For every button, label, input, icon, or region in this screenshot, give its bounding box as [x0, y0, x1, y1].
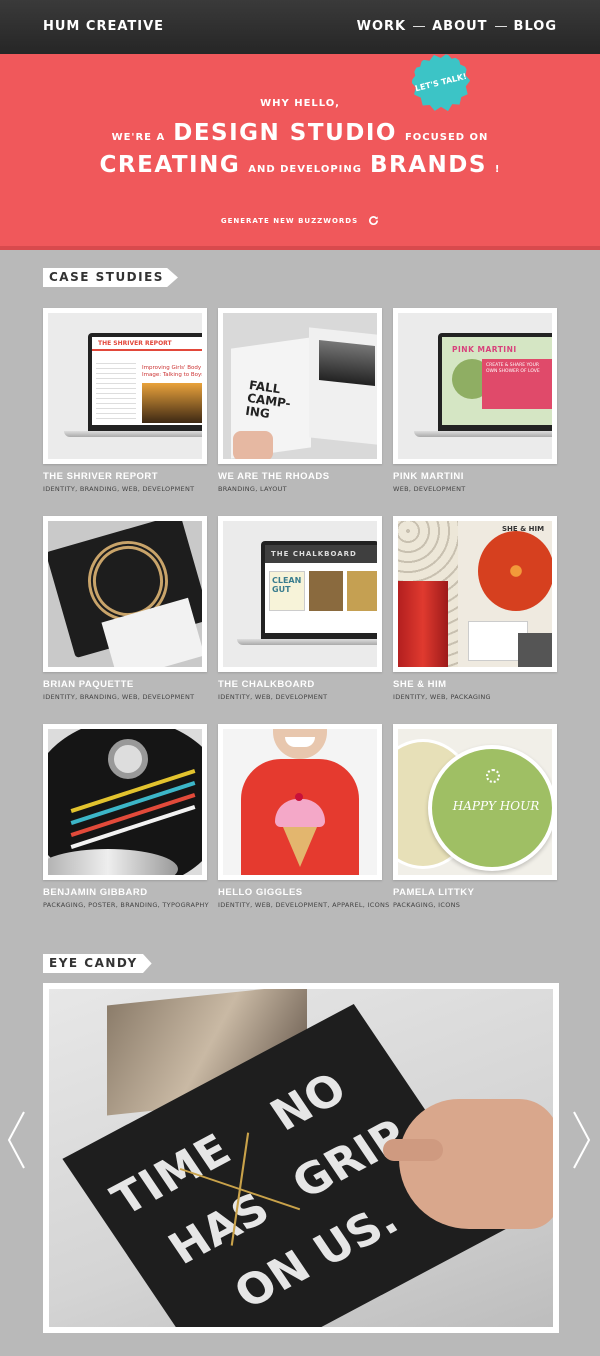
- chalkboard-clean-gut-text: CLEAN GUT: [269, 571, 305, 611]
- brian-paquette-image: [48, 521, 202, 667]
- case-study-thumbnail: THE CHALKBOARD CLEAN GUT: [218, 516, 382, 672]
- generate-buzzwords-button[interactable]: GENERATE NEW BUZZWORDS: [0, 215, 600, 226]
- carousel-prev-button[interactable]: [6, 1110, 26, 1170]
- eye-candy-slide[interactable]: TIME HAS NO GRIP ON US.: [43, 983, 559, 1333]
- case-study-tile[interactable]: THE SHRIVER REPORT Improving Girls' Body…: [43, 308, 207, 493]
- case-study-title: HELLO GIGGLES: [218, 887, 303, 898]
- eye-candy-label: EYE CANDY: [43, 954, 152, 973]
- rhoads-title-text: FALL CAMP-ING: [244, 378, 292, 422]
- main-nav: WORK ABOUT BLOG: [357, 19, 557, 34]
- case-study-tile[interactable]: PINK MARTINI CREATE & SHARE YOUR OWN SHO…: [393, 308, 557, 493]
- case-study-title: PINK MARTINI: [393, 471, 464, 482]
- case-study-thumbnail: FALL CAMP-ING: [218, 308, 382, 464]
- case-study-tile[interactable]: FALL CAMP-ING WE ARE THE RHOADS BRANDING…: [218, 308, 382, 493]
- generate-buzzwords-label: GENERATE NEW BUZZWORDS: [220, 216, 359, 225]
- case-study-thumbnail: HAPPY HOUR: [393, 724, 557, 880]
- nav-blog[interactable]: BLOG: [514, 19, 557, 34]
- eye-candy-photo: TIME HAS NO GRIP ON US.: [49, 989, 553, 1327]
- chevron-left-icon: [6, 1110, 26, 1170]
- poster-word: NO: [261, 1063, 356, 1141]
- hero-banner: WHY HELLO, WE'RE A DESIGN STUDIO FOCUSED…: [0, 54, 600, 250]
- shriver-headline-text: Improving Girls' Body Image: Talking to …: [142, 365, 202, 378]
- case-study-tile[interactable]: BENJAMIN GIBBARD PACKAGING, POSTER, BRAN…: [43, 724, 209, 909]
- rhoads-image: FALL CAMP-ING: [223, 313, 377, 459]
- pamela-littky-image: HAPPY HOUR: [398, 729, 552, 875]
- pink-martini-body-text: CREATE & SHARE YOUR OWN SHOWER OF LOVE: [482, 359, 552, 409]
- hero-text-small: FOCUSED ON: [404, 132, 489, 143]
- hero-buzzword: CREATING: [99, 152, 241, 178]
- case-study-title: SHE & HIM: [393, 679, 447, 690]
- chalkboard-image: THE CHALKBOARD CLEAN GUT: [223, 521, 377, 667]
- hero-greeting: WHY HELLO,: [260, 98, 340, 109]
- case-study-tags: IDENTITY, WEB, DEVELOPMENT, APPAREL, ICO…: [218, 901, 390, 909]
- she-and-him-text: SHE & HIM: [502, 525, 545, 533]
- nav-about[interactable]: ABOUT: [432, 19, 487, 34]
- hand: [399, 1099, 553, 1229]
- case-study-tags: IDENTITY, BRANDING, WEB, DEVELOPMENT: [43, 693, 195, 701]
- case-study-tile[interactable]: HAPPY HOUR PAMELA LITTKY PACKAGING, ICON…: [393, 724, 557, 909]
- brand-logo[interactable]: HUM CREATIVE: [43, 19, 164, 34]
- nav-work[interactable]: WORK: [357, 19, 406, 34]
- hero-text-small: WE'RE A: [111, 132, 166, 143]
- case-study-title: WE ARE THE RHOADS: [218, 471, 330, 482]
- case-studies-label: CASE STUDIES: [43, 268, 178, 287]
- top-bar: HUM CREATIVE WORK ABOUT BLOG: [0, 0, 600, 54]
- case-study-thumbnail: [43, 724, 207, 880]
- case-study-title: PAMELA LITTKY: [393, 887, 475, 898]
- shriver-logo-text: THE SHRIVER REPORT: [92, 337, 202, 351]
- case-study-tile[interactable]: SHE & HIM SHE & HIM IDENTITY, WEB, PACKA…: [393, 516, 557, 701]
- she-and-him-image: SHE & HIM: [398, 521, 552, 667]
- case-study-thumbnail: [43, 516, 207, 672]
- case-study-tile[interactable]: BRIAN PAQUETTE IDENTITY, BRANDING, WEB, …: [43, 516, 207, 701]
- case-study-tags: IDENTITY, WEB, DEVELOPMENT: [218, 693, 328, 701]
- nav-divider: [494, 26, 507, 27]
- chalkboard-title-text: THE CHALKBOARD: [265, 545, 377, 563]
- case-study-title: THE CHALKBOARD: [218, 679, 315, 690]
- hero-line-3: CREATING AND DEVELOPING BRANDS !: [0, 152, 600, 178]
- benjamin-gibbard-image: [48, 729, 202, 875]
- case-study-tile[interactable]: THE CHALKBOARD CLEAN GUT THE CHALKBOARD …: [218, 516, 382, 701]
- hero-line-2: WE'RE A DESIGN STUDIO FOCUSED ON: [0, 120, 600, 146]
- pink-martini-image: PINK MARTINI CREATE & SHARE YOUR OWN SHO…: [398, 313, 552, 459]
- shriver-report-image: THE SHRIVER REPORT Improving Girls' Body…: [48, 313, 202, 459]
- case-study-tags: IDENTITY, BRANDING, WEB, DEVELOPMENT: [43, 485, 195, 493]
- case-study-title: BENJAMIN GIBBARD: [43, 887, 148, 898]
- case-study-thumbnail: [218, 724, 382, 880]
- case-study-title: THE SHRIVER REPORT: [43, 471, 159, 482]
- hello-giggles-image: [223, 729, 377, 875]
- case-study-tile[interactable]: HELLO GIGGLES IDENTITY, WEB, DEVELOPMENT…: [218, 724, 390, 909]
- carousel-next-button[interactable]: [572, 1110, 592, 1170]
- hero-text-small: !: [494, 164, 501, 175]
- case-study-tags: PACKAGING, ICONS: [393, 901, 461, 909]
- hero-buzzword: BRANDS: [369, 152, 487, 178]
- case-study-thumbnail: THE SHRIVER REPORT Improving Girls' Body…: [43, 308, 207, 464]
- case-study-title: BRIAN PAQUETTE: [43, 679, 134, 690]
- case-study-tags: IDENTITY, WEB, PACKAGING: [393, 693, 491, 701]
- happy-hour-text: HAPPY HOUR: [452, 799, 540, 813]
- pink-martini-title-text: PINK MARTINI: [452, 345, 517, 354]
- case-study-tags: PACKAGING, POSTER, BRANDING, TYPOGRAPHY: [43, 901, 209, 909]
- case-study-tags: WEB, DEVELOPMENT: [393, 485, 466, 493]
- chevron-right-icon: [572, 1110, 592, 1170]
- nav-divider: [413, 26, 426, 27]
- case-study-thumbnail: SHE & HIM: [393, 516, 557, 672]
- hero-buzzword: DESIGN STUDIO: [173, 120, 397, 146]
- case-study-thumbnail: PINK MARTINI CREATE & SHARE YOUR OWN SHO…: [393, 308, 557, 464]
- hero-text-small: AND DEVELOPING: [248, 164, 362, 175]
- case-study-tags: BRANDING, LAYOUT: [218, 485, 287, 493]
- refresh-icon: [368, 215, 379, 226]
